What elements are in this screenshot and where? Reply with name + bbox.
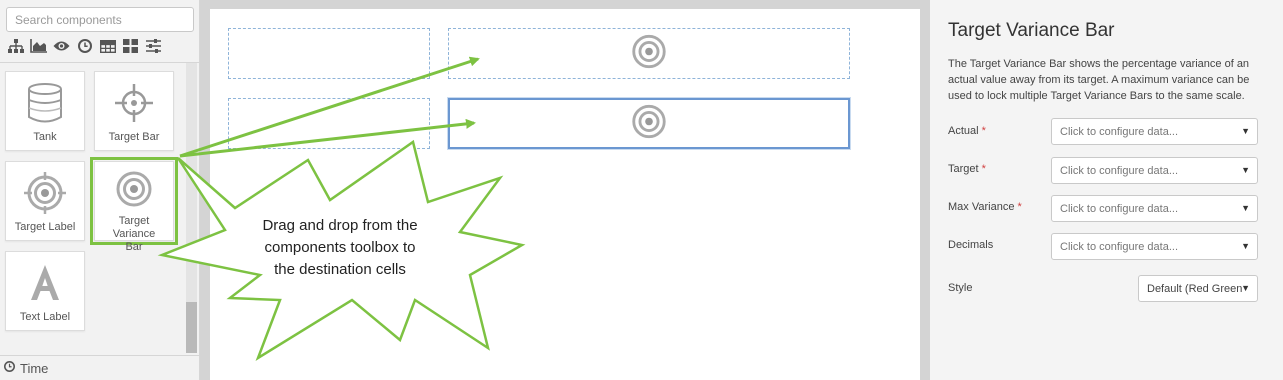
time-category-label: Time (20, 360, 49, 376)
grid-icon[interactable] (121, 37, 140, 55)
target-icon (629, 101, 669, 146)
area-chart-icon[interactable] (29, 37, 48, 55)
component-label: Target Variance Bar (97, 215, 171, 254)
properties-panel: Target Variance Bar The Target Variance … (930, 0, 1283, 380)
component-label: Target Bar (108, 131, 160, 143)
component-list: Tank Target Bar Target Label Target Vari… (0, 63, 199, 353)
caret-down-icon: ▼ (1241, 126, 1250, 136)
clock-icon (4, 359, 15, 377)
decimals-data-dropdown[interactable]: Click to configure data... ▼ (1051, 233, 1258, 260)
target-field-label: Target * (948, 163, 986, 175)
component-label: Target Label (14, 221, 76, 233)
decimals-field-label: Decimals (948, 239, 996, 251)
field-label-text: Actual (948, 125, 979, 137)
actual-field-label: Actual * (948, 125, 986, 137)
required-marker: * (981, 125, 986, 137)
panel-title: Target Variance Bar (948, 20, 1115, 41)
table-icon[interactable] (98, 37, 117, 55)
field-label-text: Decimals (948, 239, 994, 251)
eye-icon[interactable] (52, 37, 71, 55)
hierarchy-icon[interactable] (6, 37, 25, 55)
component-target-variance-bar[interactable]: Target Variance Bar (90, 157, 178, 253)
caret-down-icon: ▼ (1241, 203, 1250, 213)
field-label-text: Target (948, 163, 979, 175)
component-label-line1: Target Variance (112, 215, 156, 240)
dashboard-canvas (210, 9, 920, 380)
max-variance-data-dropdown[interactable]: Click to configure data... ▼ (1051, 195, 1258, 222)
dropdown-value: Click to configure data... (1060, 125, 1179, 138)
max-variance-field-label: Max Variance * (948, 201, 1022, 213)
style-field-label: Style (948, 282, 973, 294)
dropdown-value: Click to configure data... (1060, 202, 1179, 215)
tank-icon (6, 82, 84, 126)
component-tank[interactable]: Tank (5, 71, 85, 151)
dropdown-value: Click to configure data... (1060, 164, 1179, 177)
clock-icon[interactable] (75, 37, 94, 55)
target-variance-bar-cell[interactable] (448, 28, 850, 79)
crosshair-icon (95, 82, 173, 126)
required-marker: * (981, 163, 986, 175)
dropdown-value: Click to configure data... (1060, 240, 1179, 253)
app-root: Tank Target Bar Target Label (0, 0, 1283, 380)
field-label-text: Max Variance (948, 201, 1015, 213)
caret-down-icon: ▼ (1241, 241, 1250, 251)
components-toolbox: Tank Target Bar Target Label (0, 0, 200, 380)
target-data-dropdown[interactable]: Click to configure data... ▼ (1051, 157, 1258, 184)
caret-down-icon: ▼ (1241, 283, 1250, 293)
target-icon (6, 172, 84, 216)
time-category-header[interactable]: Time (0, 355, 199, 380)
caret-down-icon: ▼ (1241, 165, 1250, 175)
component-target-label[interactable]: Target Label (5, 161, 85, 241)
actual-data-dropdown[interactable]: Click to configure data... ▼ (1051, 118, 1258, 145)
callout-line: the destination cells (274, 261, 406, 278)
panel-description: The Target Variance Bar shows the percen… (948, 58, 1250, 102)
target-variance-bar-cell-selected[interactable] (448, 98, 850, 149)
component-label: Text Label (19, 311, 71, 323)
search-components-input[interactable] (6, 7, 194, 32)
component-label-line2: Bar (125, 241, 143, 253)
sliders-icon[interactable] (144, 37, 163, 55)
target-icon (629, 31, 669, 76)
category-filter-bar (6, 37, 163, 55)
callout-line: Drag and drop from the (262, 217, 418, 234)
component-text-label[interactable]: Text Label (5, 251, 85, 331)
component-label: Tank (33, 131, 57, 143)
component-target-bar[interactable]: Target Bar (94, 71, 174, 151)
empty-cell[interactable] (228, 28, 430, 79)
callout-text: Drag and drop from the components toolbo… (240, 215, 440, 281)
required-marker: * (1017, 201, 1022, 213)
letter-a-icon (6, 262, 84, 306)
toolbox-scrollbar-thumb[interactable] (186, 302, 197, 353)
empty-cell[interactable] (228, 98, 430, 149)
dropdown-value: Default (Red Green (1147, 282, 1243, 295)
target-icon (95, 168, 173, 212)
style-dropdown[interactable]: Default (Red Green ▼ (1138, 275, 1258, 302)
callout-line: components toolbox to (264, 239, 416, 256)
